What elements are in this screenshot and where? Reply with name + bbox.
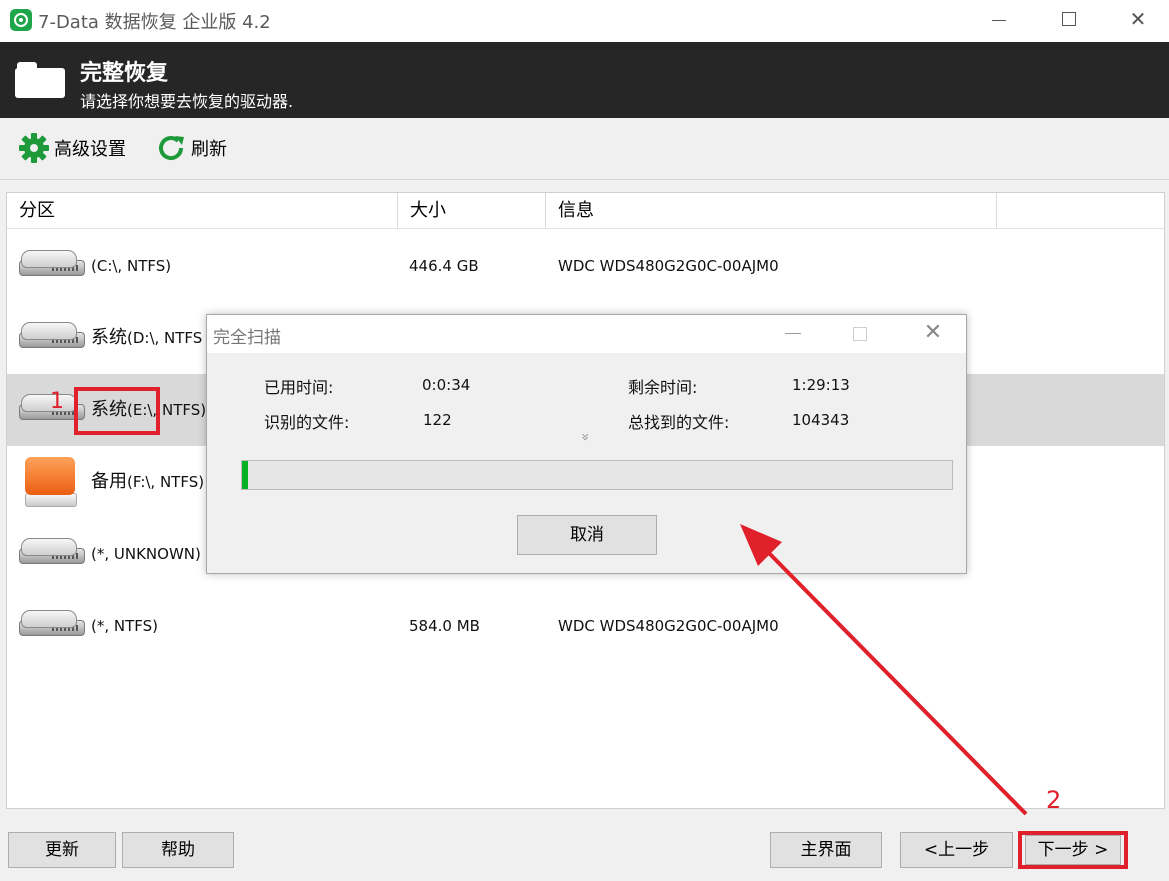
update-button[interactable]: 更新 <box>8 832 116 868</box>
hard-drive-icon <box>17 246 89 286</box>
refresh-label: 刷新 <box>191 139 227 160</box>
next-step-button[interactable]: 下一步 > <box>1025 835 1121 865</box>
partition-name: (F:\, NTFS) <box>127 473 205 491</box>
table-row[interactable]: (*, NTFS) 584.0 MB WDC WDS480G2G0C-00AJM… <box>7 590 1164 662</box>
dialog-title-bar: 完全扫描 ✕ <box>207 315 966 353</box>
refresh-button[interactable]: 刷新 <box>155 132 227 164</box>
full-scan-dialog: 完全扫描 ✕ 已用时间: 0:0:34 剩余时间: 1:29:13 识别的文件:… <box>206 314 967 574</box>
remaining-time-label: 剩余时间: <box>628 378 698 397</box>
dialog-close-button[interactable]: ✕ <box>919 319 947 347</box>
partition-name: (*, UNKNOWN) <box>91 545 201 563</box>
partition-name: (*, NTFS) <box>91 617 159 635</box>
scan-progress-fill <box>242 461 248 489</box>
elapsed-time-label: 已用时间: <box>264 378 334 397</box>
partition-size: 446.4 GB <box>409 257 479 275</box>
partition-label: 备用 <box>91 471 127 492</box>
partition-name: (D:\, NTFS <box>127 329 203 347</box>
column-header-partition[interactable]: 分区 <box>7 193 398 229</box>
total-files-label: 总找到的文件: <box>628 413 730 432</box>
partition-name: (C:\, NTFS) <box>91 257 172 275</box>
title-bar: 7-Data 数据恢复 企业版 4.2 ✕ <box>0 0 1169 42</box>
identified-files-label: 识别的文件: <box>264 413 350 432</box>
refresh-icon <box>159 136 184 161</box>
remaining-time-value: 1:29:13 <box>792 376 850 394</box>
maximize-icon <box>1062 12 1076 26</box>
table-row[interactable]: (C:\, NTFS) 446.4 GB WDC WDS480G2G0C-00A… <box>7 230 1164 302</box>
dialog-maximize-icon <box>853 327 867 341</box>
scan-progress-bar <box>241 460 953 490</box>
app-logo-icon <box>10 9 32 31</box>
close-icon: ✕ <box>1129 7 1147 31</box>
advanced-settings-button[interactable]: 高级设置 <box>18 132 126 164</box>
annotation-step-1: 1 <box>50 389 64 414</box>
hard-drive-icon <box>17 606 89 646</box>
toolbar: 高级设置 刷新 <box>0 118 1169 180</box>
identified-files-value: 122 <box>423 411 452 429</box>
column-header-info[interactable]: 信息 <box>546 193 997 229</box>
window-title: 7-Data 数据恢复 企业版 4.2 <box>38 12 271 33</box>
page-title: 完整恢复 <box>80 61 169 86</box>
help-button[interactable]: 帮助 <box>122 832 234 868</box>
page-subtitle: 请选择你想要去恢复的驱动器. <box>80 92 294 111</box>
main-menu-button[interactable]: 主界面 <box>770 832 882 868</box>
hard-drive-icon <box>17 318 89 358</box>
partition-label: 系统 <box>91 327 127 348</box>
expand-details-icon[interactable]: » <box>576 429 594 445</box>
usb-drive-icon <box>25 457 79 509</box>
partition-info: WDC WDS480G2G0C-00AJM0 <box>558 617 779 635</box>
partition-size: 584.0 MB <box>409 617 480 635</box>
annotation-step-2: 2 <box>1046 786 1062 814</box>
total-files-value: 104343 <box>792 411 850 429</box>
minimize-icon <box>992 20 1006 21</box>
maximize-button[interactable] <box>1033 0 1103 40</box>
close-button[interactable]: ✕ <box>1103 0 1169 40</box>
column-header-size[interactable]: 大小 <box>398 193 546 229</box>
annotation-highlight-1 <box>74 387 160 435</box>
elapsed-time-value: 0:0:34 <box>422 376 471 394</box>
dialog-minimize-icon[interactable] <box>785 333 801 334</box>
advanced-settings-label: 高级设置 <box>54 139 126 160</box>
dialog-title: 完全扫描 <box>213 328 281 348</box>
minimize-button[interactable] <box>963 0 1033 40</box>
hard-drive-icon <box>17 534 89 574</box>
partition-info: WDC WDS480G2G0C-00AJM0 <box>558 257 779 275</box>
list-header: 分区 大小 信息 <box>7 193 1164 229</box>
cancel-scan-button[interactable]: 取消 <box>517 515 657 555</box>
previous-step-button[interactable]: <上一步 <box>900 832 1013 868</box>
gear-icon <box>19 133 49 163</box>
folder-icon <box>15 62 65 98</box>
page-header: 完整恢复 请选择你想要去恢复的驱动器. <box>0 42 1169 118</box>
